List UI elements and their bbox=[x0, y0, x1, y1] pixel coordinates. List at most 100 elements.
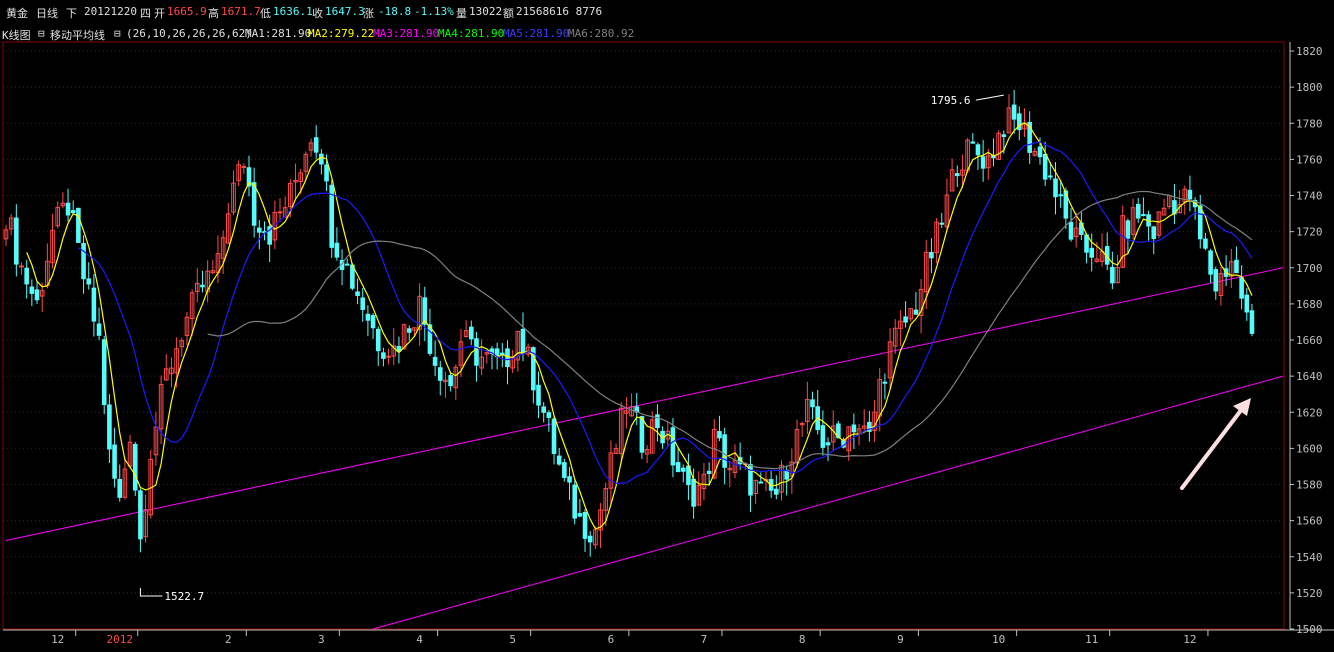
candle-body bbox=[1213, 269, 1219, 292]
candle-body bbox=[1244, 294, 1250, 313]
quote-header: 黄金 日线 下 20121220 四 开 1665.9 高 1671.7 低 1… bbox=[0, 0, 1334, 22]
candle-body bbox=[313, 137, 319, 153]
candle-body bbox=[851, 424, 857, 433]
candle-body bbox=[520, 328, 526, 355]
open-value: 1665.9 bbox=[167, 5, 207, 18]
change-pct: -1.13% bbox=[414, 5, 454, 18]
instrument-name: 黄金 bbox=[6, 7, 28, 20]
x-tick-label: 4 bbox=[416, 633, 423, 646]
candle-body bbox=[474, 338, 479, 366]
y-tick-label: 1780 bbox=[1296, 117, 1323, 130]
candle-body bbox=[913, 309, 919, 315]
ma-toggle-icon[interactable]: ⊟ bbox=[38, 27, 45, 40]
change-label: 涨 bbox=[363, 7, 374, 20]
low-label: 低 bbox=[260, 7, 271, 20]
candle-body bbox=[448, 375, 453, 387]
candle-body bbox=[241, 165, 247, 168]
candle-body bbox=[582, 511, 588, 539]
candle-body bbox=[825, 442, 831, 446]
candle-body bbox=[375, 328, 381, 352]
trendline bbox=[372, 375, 1284, 630]
candle-body bbox=[29, 286, 35, 294]
ma-collapse-icon[interactable]: ⊟ bbox=[114, 27, 121, 40]
y-tick-label: 1740 bbox=[1296, 190, 1323, 203]
annotations: 1522.7 1795.6 bbox=[139, 94, 1004, 603]
candle-body bbox=[577, 513, 583, 517]
candle-body bbox=[572, 484, 578, 519]
candle-body bbox=[639, 416, 645, 453]
candle-body bbox=[1110, 266, 1115, 284]
ma-params: (26,10,26,26,26,62) bbox=[126, 27, 252, 40]
candle-body bbox=[65, 202, 71, 216]
candle-body bbox=[1239, 277, 1244, 299]
candle-body bbox=[1135, 203, 1141, 219]
candle-body bbox=[107, 404, 112, 450]
x-tick-label: 11 bbox=[1085, 633, 1098, 646]
ma-label[interactable]: 移动平均线 bbox=[50, 27, 105, 43]
candles bbox=[3, 89, 1255, 557]
annotation-leader bbox=[139, 588, 163, 597]
y-tick-label: 1580 bbox=[1296, 479, 1323, 492]
candle-body bbox=[670, 427, 676, 466]
candle-body bbox=[138, 490, 143, 540]
y-tick-label: 1760 bbox=[1296, 153, 1323, 166]
candle-body bbox=[251, 182, 257, 226]
ma-slow-line bbox=[207, 190, 1253, 470]
ma1-value: MA1:281.90 bbox=[245, 27, 312, 40]
candle-body bbox=[406, 328, 412, 333]
candle-body bbox=[1249, 310, 1255, 334]
candle-body bbox=[505, 348, 510, 368]
candle-body bbox=[112, 444, 117, 479]
candle-body bbox=[360, 297, 366, 310]
annotation-leader bbox=[975, 94, 1004, 101]
candle-body bbox=[562, 462, 567, 478]
ma6-value: MA6:280.92 bbox=[568, 27, 635, 40]
candle-body bbox=[1234, 259, 1239, 274]
ma5-value: MA5:281.90 bbox=[503, 27, 570, 40]
date-label: 20121220 bbox=[84, 5, 137, 18]
y-tick-label: 1640 bbox=[1296, 370, 1323, 383]
candle-body bbox=[903, 316, 908, 323]
candle-body bbox=[1125, 220, 1131, 239]
x-tick-label: 2012 bbox=[106, 633, 133, 646]
candle-body bbox=[370, 315, 376, 329]
low-value: 1636.1 bbox=[273, 5, 313, 18]
kline-label[interactable]: K线图 bbox=[2, 27, 31, 43]
x-tick-label: 6 bbox=[608, 633, 615, 646]
x-tick-label: 12 bbox=[51, 633, 64, 646]
x-tick-label: 12 bbox=[1183, 633, 1196, 646]
candle-body bbox=[587, 535, 593, 543]
weekday-label: 四 bbox=[140, 7, 151, 20]
y-tick-label: 1800 bbox=[1296, 81, 1323, 94]
volume-label: 量 bbox=[456, 7, 467, 20]
candle-body bbox=[365, 313, 371, 321]
candle-body bbox=[117, 478, 123, 498]
candle-body bbox=[567, 476, 572, 483]
annotation-label: 1522.7 bbox=[164, 590, 204, 603]
candle-body bbox=[469, 326, 474, 340]
candle-body bbox=[774, 488, 779, 495]
trendline bbox=[5, 267, 1284, 541]
candle-body bbox=[381, 352, 386, 359]
candle-body bbox=[1151, 226, 1157, 239]
candle-body bbox=[975, 144, 981, 156]
candle-body bbox=[706, 470, 712, 474]
x-tick-label: 9 bbox=[897, 633, 904, 646]
y-tick-label: 1620 bbox=[1296, 406, 1323, 419]
candle-body bbox=[432, 356, 438, 366]
x-tick-label: 8 bbox=[799, 633, 806, 646]
candle-body bbox=[680, 467, 686, 472]
candle-body bbox=[1084, 234, 1089, 253]
ma-fast-line bbox=[26, 122, 1253, 530]
candle-body bbox=[691, 478, 696, 507]
ma4-value: MA4:281.90 bbox=[438, 27, 505, 40]
candle-body bbox=[1203, 238, 1208, 249]
candle-body bbox=[319, 153, 324, 165]
candle-body bbox=[1208, 250, 1213, 275]
candle-body bbox=[929, 251, 934, 259]
arrow-icon bbox=[1180, 398, 1251, 490]
x-tick-label: 2 bbox=[225, 633, 232, 646]
direction-label: 下 bbox=[66, 7, 77, 20]
candle-body bbox=[810, 399, 815, 408]
close-value: 1647.3 bbox=[325, 5, 365, 18]
